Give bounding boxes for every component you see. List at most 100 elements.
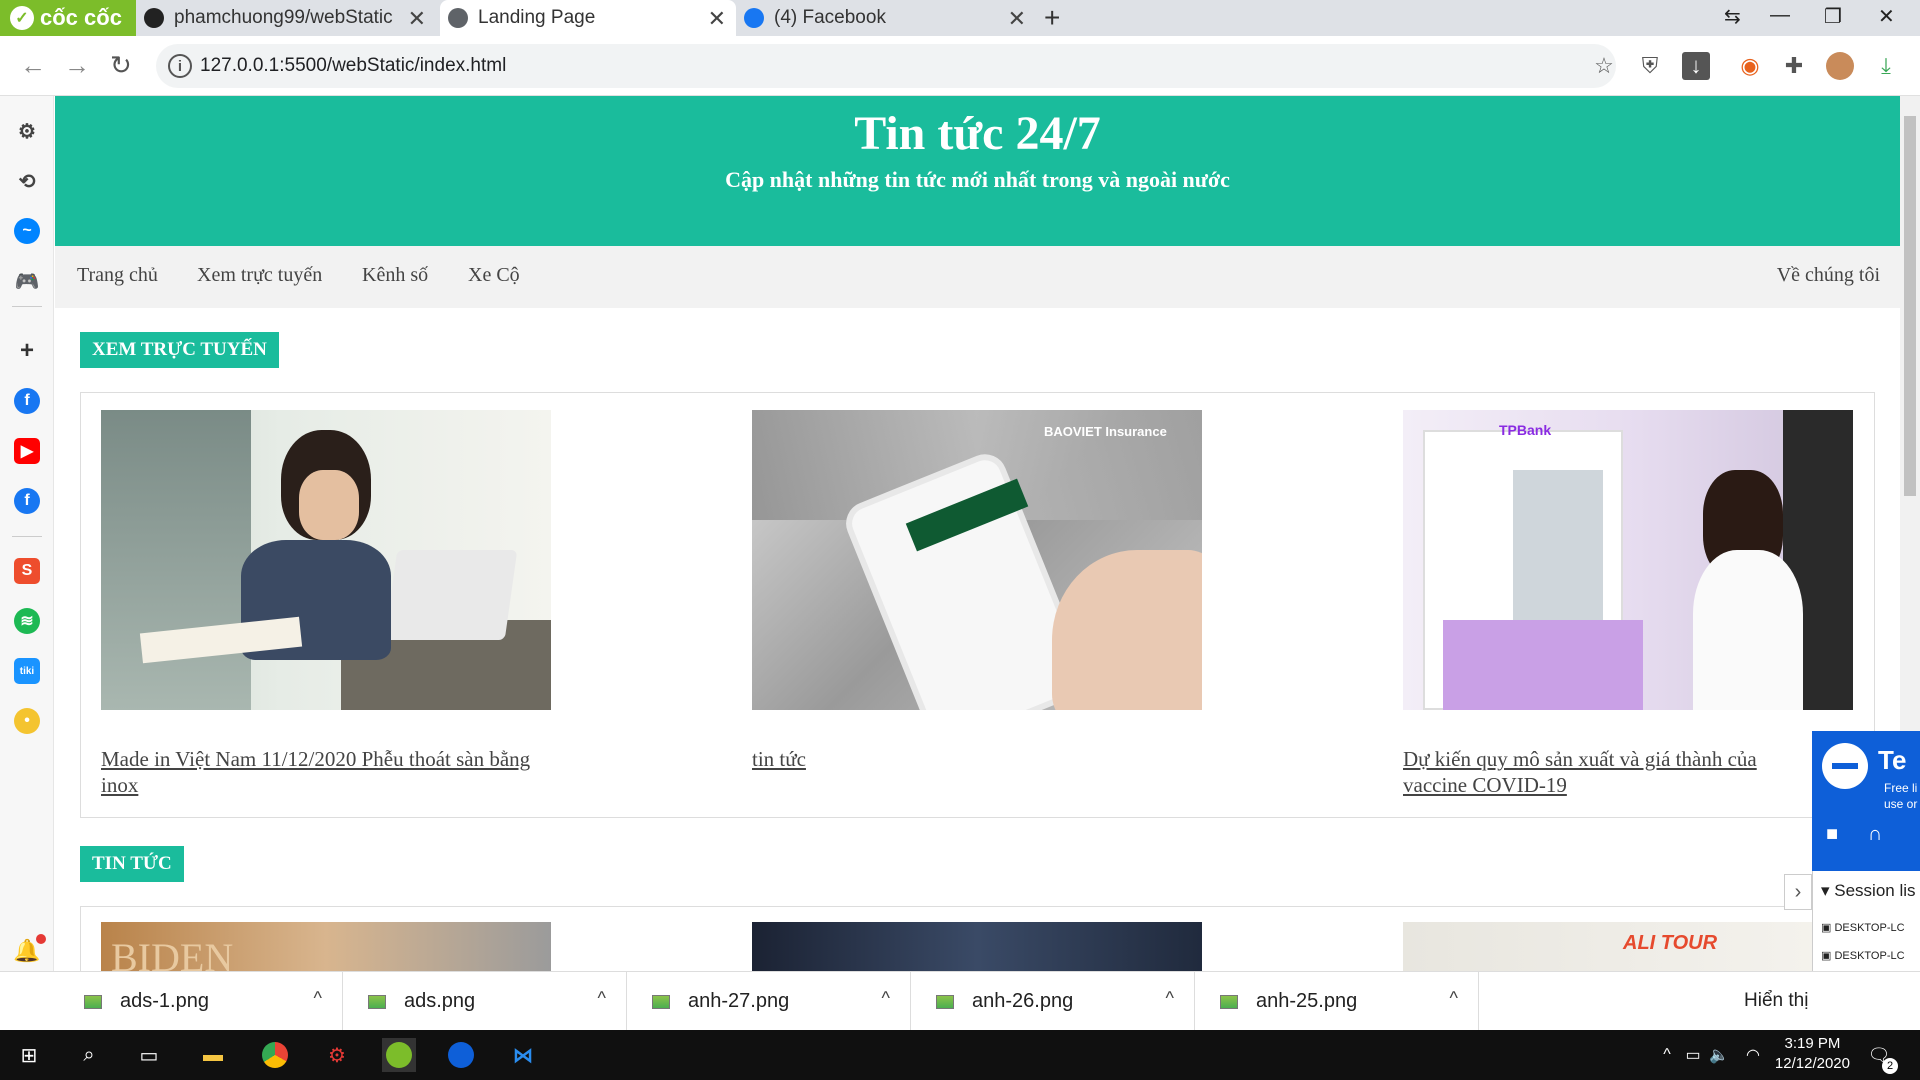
vscode-icon[interactable]: ⋈ <box>506 1038 540 1072</box>
shopee-icon[interactable]: S <box>14 558 40 584</box>
clock-time: 3:19 PM <box>1784 1035 1841 1052</box>
image-file-icon <box>936 994 954 1009</box>
new-tab-button[interactable]: + <box>1044 2 1060 34</box>
forward-button[interactable]: → <box>64 50 90 81</box>
chevron-up-icon[interactable]: ^ <box>882 988 890 1009</box>
chevron-up-icon[interactable]: ^ <box>314 988 322 1009</box>
close-window-button[interactable]: ✕ <box>1878 4 1895 29</box>
youtube-icon[interactable]: ▶ <box>14 438 40 464</box>
news-link[interactable]: Dự kiến quy mô sản xuất và giá thành của… <box>1403 746 1803 798</box>
tab-facebook[interactable]: (4) Facebook ✕ <box>736 0 1036 36</box>
minimize-button[interactable]: — <box>1770 4 1790 27</box>
shield-icon[interactable]: ⛨ <box>1636 52 1664 80</box>
nav-link-about-us[interactable]: Về chúng tôi <box>1777 264 1880 287</box>
download-item[interactable]: ads-1.png ^ <box>60 972 343 1031</box>
add-icon[interactable]: + <box>14 337 40 364</box>
chevron-up-icon[interactable]: ^ <box>1166 988 1174 1009</box>
news-card-grid: BAOVIET Insurance TPBank Made in Việt Na… <box>80 392 1875 818</box>
news-link[interactable]: Made in Việt Nam 11/12/2020 Phễu thoát s… <box>101 746 531 798</box>
image-file-icon <box>368 994 386 1009</box>
notification-dot <box>36 934 46 944</box>
nav-link-vehicles[interactable]: Xe Cộ <box>468 264 520 287</box>
volume-icon[interactable]: 🔈 <box>1702 1038 1736 1072</box>
tiki-icon[interactable]: tiki <box>14 658 40 684</box>
avatar[interactable] <box>1826 52 1854 80</box>
nav-link-home[interactable]: Trang chủ <box>77 264 158 287</box>
nav-link-watch-online[interactable]: Xem trực tuyến <box>197 264 322 287</box>
settings-icon[interactable]: ⚙ <box>14 118 40 144</box>
search-icon[interactable]: ⌕ <box>72 1038 106 1072</box>
web-page: Tin tức 24/7 Cập nhật những tin tức mới … <box>55 96 1900 971</box>
scrollbar-thumb[interactable] <box>1904 116 1916 496</box>
coccoc-logo-icon: ✓ <box>10 6 34 30</box>
facebook-icon[interactable]: f <box>14 488 40 514</box>
download-item[interactable]: anh-25.png ^ <box>1196 972 1479 1031</box>
wifi-icon[interactable]: ◠ <box>1736 1038 1770 1072</box>
coccoc-menu-button[interactable]: ✓ cốc cốc <box>0 0 136 36</box>
chevron-up-icon[interactable]: ^ <box>1450 988 1458 1009</box>
task-view-icon[interactable]: ▭ <box>132 1038 166 1072</box>
news-image[interactable]: ALI TOUR <box>1403 922 1853 971</box>
facebook-icon[interactable]: f <box>14 388 40 414</box>
image-file-icon <box>652 994 670 1009</box>
chrome-icon[interactable] <box>258 1038 292 1072</box>
extensions-puzzle-icon[interactable]: ✚ <box>1780 52 1808 80</box>
chevron-up-icon[interactable]: ^ <box>598 988 606 1009</box>
history-icon[interactable]: ⟲ <box>14 168 40 194</box>
image-watermark: ALI TOUR <box>1623 932 1718 954</box>
bookmark-star-icon[interactable]: ☆ <box>1590 52 1618 80</box>
address-bar[interactable]: i 127.0.0.1:5500/webStatic/index.html <box>156 44 1616 88</box>
sidebar-divider <box>12 536 42 537</box>
site-info-icon[interactable]: i <box>168 54 192 78</box>
chevron-right-icon[interactable]: › <box>1784 874 1812 910</box>
coccoc-taskbar-icon[interactable] <box>382 1038 416 1072</box>
system-clock[interactable]: 3:19 PM 12/12/2020 <box>1775 1034 1850 1074</box>
teamviewer-taskbar-icon[interactable] <box>444 1038 478 1072</box>
download-filename: ads.png <box>404 990 476 1012</box>
file-explorer-icon[interactable]: ▬ <box>196 1038 230 1072</box>
spotify-icon[interactable]: ≋ <box>14 608 40 634</box>
close-tab-icon[interactable]: ✕ <box>708 6 726 32</box>
notification-count-badge: 2 <box>1882 1058 1898 1074</box>
news-image[interactable] <box>752 922 1202 971</box>
url-text: 127.0.0.1:5500/webStatic/index.html <box>200 55 507 76</box>
download-item[interactable]: ads.png ^ <box>344 972 627 1031</box>
game-icon[interactable]: 🎮 <box>14 268 40 294</box>
teamviewer-logo-icon <box>1822 743 1868 789</box>
close-tab-icon[interactable]: ✕ <box>1008 6 1026 32</box>
show-all-downloads-link[interactable]: Hiển thị <box>1744 990 1808 1012</box>
headset-icon[interactable]: ∩ <box>1868 823 1882 846</box>
video-icon[interactable]: ■ <box>1826 823 1838 846</box>
session-device[interactable]: ▣ DESKTOP-LC <box>1821 921 1905 934</box>
download-arrow-icon[interactable]: ⤓ <box>1872 52 1900 80</box>
tab-landing-page[interactable]: Landing Page ✕ <box>440 0 736 36</box>
garena-icon[interactable]: ⚙ <box>320 1038 354 1072</box>
chick-icon[interactable]: • <box>14 708 40 734</box>
news-image[interactable]: BIDEN <box>101 922 551 971</box>
maximize-button[interactable]: ❐ <box>1824 4 1842 29</box>
session-device[interactable]: ▣ DESKTOP-LC <box>1821 949 1905 962</box>
news-image[interactable] <box>101 410 551 710</box>
nav-link-digital-channel[interactable]: Kênh số <box>362 264 428 287</box>
tab-search-icon[interactable]: ⇆ <box>1724 4 1741 29</box>
messenger-icon[interactable]: ~ <box>14 218 40 244</box>
reload-button[interactable]: ↻ <box>110 50 132 81</box>
tab-github[interactable]: phamchuong99/webStatic ✕ <box>136 0 436 36</box>
clock-date: 12/12/2020 <box>1774 1055 1850 1072</box>
news-image[interactable]: TPBank <box>1403 410 1853 710</box>
close-tab-icon[interactable]: ✕ <box>408 6 426 32</box>
download-item[interactable]: anh-26.png ^ <box>912 972 1195 1031</box>
extension-icon[interactable]: ◉ <box>1736 52 1764 80</box>
download-manager-icon[interactable]: ↓ <box>1682 52 1710 80</box>
facebook-icon <box>744 8 764 28</box>
download-shelf: ads-1.png ^ ads.png ^ anh-27.png ^ anh-2… <box>0 971 1920 1031</box>
windows-start-icon[interactable]: ⊞ <box>12 1038 46 1072</box>
news-image[interactable]: BAOVIET Insurance <box>752 410 1202 710</box>
back-button[interactable]: ← <box>20 50 46 81</box>
session-list-header[interactable]: ▾ Session lis <box>1821 881 1916 901</box>
news-link[interactable]: tin tức <box>752 746 1182 772</box>
browser-sidebar: ⚙ ⟲ ~ 🎮 + f ▶ f S ≋ tiki • 🔔 ••• <box>0 96 54 1030</box>
download-item[interactable]: anh-27.png ^ <box>628 972 911 1031</box>
tab-title: Landing Page <box>478 7 596 28</box>
site-header: Tin tức 24/7 Cập nhật những tin tức mới … <box>55 96 1900 246</box>
